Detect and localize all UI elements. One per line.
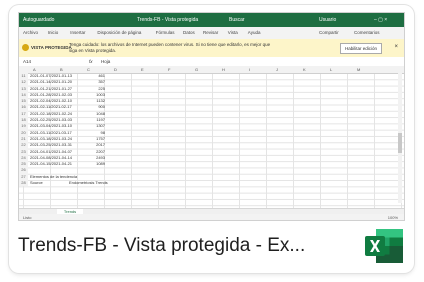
file-caption: Trends-FB - Vista protegida - Ex...	[18, 235, 306, 256]
cell-reference[interactable]: A14	[23, 59, 31, 64]
ribbon-tab[interactable]: Revisar	[203, 30, 218, 35]
column-header[interactable]: H	[222, 67, 225, 72]
column-header[interactable]: A	[33, 67, 36, 72]
cell-grid[interactable]: A B C D E F G H I J K L M 11 2021-01-07/2021-01-13 461…	[19, 66, 404, 208]
ribbon-tab[interactable]: Fórmulas	[156, 30, 175, 35]
scroll-thumb[interactable]	[398, 133, 402, 153]
ribbon-tab[interactable]: Datos	[183, 30, 195, 35]
ribbon-tab[interactable]: Ayuda	[248, 30, 261, 35]
value-cell[interactable]: Endometriosis Trends	[69, 180, 108, 186]
autosave-label: Autoguardado	[23, 17, 55, 23]
ribbon-tab[interactable]: Disposición de página	[97, 30, 141, 35]
file-preview-card[interactable]: Autoguardado Trends-FB - Vista protegida…	[9, 5, 414, 273]
column-header[interactable]: C	[87, 67, 90, 72]
fx-icon: fx	[89, 59, 93, 64]
column-header[interactable]: I	[249, 67, 250, 72]
protected-view-label: VISTA PROTEGIDA	[31, 45, 72, 50]
window-title: Trends-FB - Vista protegida	[137, 17, 199, 23]
close-icon[interactable]: ×	[394, 44, 398, 50]
status-text: Listo	[23, 215, 32, 220]
formula-content[interactable]: Hoja	[101, 59, 110, 64]
share-button[interactable]: Compartir	[319, 30, 339, 35]
protected-view-bar: VISTA PROTEGIDA Tenga cuidado: los archi…	[19, 39, 404, 58]
date-cell[interactable]: Source	[30, 180, 43, 186]
status-bar: Listo 100%	[19, 214, 404, 220]
ribbon-tab[interactable]: Archivo	[23, 30, 38, 35]
column-header[interactable]: F	[168, 67, 170, 72]
table-row[interactable]: 28 Source Endometriosis Trends	[19, 180, 139, 187]
window-controls: – ▢ ×	[374, 17, 388, 23]
column-header[interactable]: B	[60, 67, 63, 72]
zoom-level: 100%	[387, 215, 398, 220]
spreadsheet-thumbnail: Autoguardado Trends-FB - Vista protegida…	[18, 12, 405, 221]
comments-button[interactable]: Comentarios	[354, 30, 380, 35]
enable-editing-button[interactable]: Habilitar edición	[340, 43, 382, 54]
ribbon-tab[interactable]: Insertar	[70, 30, 85, 35]
user-name: Usuario	[319, 17, 337, 23]
warning-icon	[22, 44, 29, 51]
column-header[interactable]: M	[357, 67, 360, 72]
excel-icon	[365, 229, 403, 263]
column-header[interactable]: K	[303, 67, 306, 72]
row-number: 28	[19, 180, 28, 187]
excel-titlebar: Autoguardado Trends-FB - Vista protegida…	[19, 13, 404, 27]
column-header[interactable]: D	[114, 67, 117, 72]
column-header[interactable]: G	[195, 67, 198, 72]
column-header[interactable]: L	[330, 67, 332, 72]
ribbon-tab[interactable]: Inicio	[48, 30, 59, 35]
search-label: Buscar	[229, 17, 245, 23]
vertical-scrollbar[interactable]	[398, 73, 402, 203]
ribbon-tab[interactable]: Vista	[228, 30, 238, 35]
column-header[interactable]: E	[141, 67, 144, 72]
data-rows: 11 2021-01-07/2021-01-13 461 12 2021-01-14/2…	[19, 73, 139, 187]
column-header[interactable]: J	[276, 67, 278, 72]
protected-view-message: Tenga cuidado: los archivos de Internet …	[69, 42, 271, 53]
